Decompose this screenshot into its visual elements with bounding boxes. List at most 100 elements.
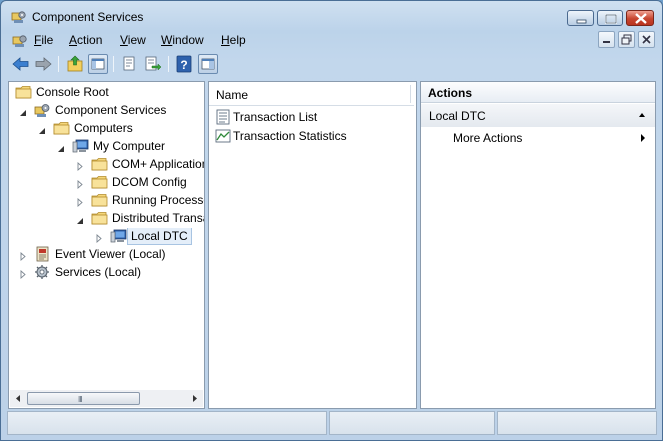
tree-item[interactable]: Distributed Transaction Coordinator	[9, 210, 204, 227]
main-window: Component Services File Action View Wind…	[0, 0, 663, 441]
expanded-triangle-icon[interactable]	[76, 214, 84, 224]
column-header-name[interactable]: Name	[209, 82, 414, 106]
back-button[interactable]	[11, 54, 31, 74]
tree-item[interactable]: Running Processes	[9, 192, 204, 209]
list-icon	[216, 109, 230, 125]
actions-header: Actions	[421, 82, 655, 103]
tree-item-label: Event Viewer (Local)	[55, 247, 166, 261]
svg-text:?: ?	[180, 58, 187, 72]
actions-pane: Actions Local DTC More Actions	[420, 81, 656, 409]
console-tree[interactable]: Console Root Component Services Computers M…	[8, 81, 205, 409]
actions-section-local-dtc[interactable]: Local DTC	[421, 104, 655, 127]
menu-window[interactable]: Window	[161, 33, 204, 47]
menu-file[interactable]: File	[34, 33, 53, 47]
tree-item-label: Local DTC	[127, 228, 192, 245]
collapse-up-icon	[639, 113, 645, 117]
actions-title: Actions	[428, 86, 473, 100]
computer-icon	[72, 138, 89, 154]
tree-item[interactable]: Console Root	[9, 84, 204, 101]
forward-button[interactable]	[33, 54, 53, 74]
collapsed-triangle-icon[interactable]	[76, 160, 84, 171]
system-menu-icon[interactable]	[12, 34, 28, 48]
properties-button[interactable]	[119, 54, 139, 74]
help-button[interactable]: ?	[174, 54, 194, 74]
tree-item[interactable]: DCOM Config	[9, 174, 204, 191]
collapsed-triangle-icon[interactable]	[76, 196, 84, 207]
tree-item-label: COM+ Applications	[112, 157, 204, 171]
show-hide-action-pane-button[interactable]	[198, 54, 218, 74]
title-bar[interactable]: Component Services	[1, 1, 662, 31]
folder-icon	[91, 192, 108, 208]
export-list-icon	[145, 56, 162, 71]
tree-item-label: My Computer	[93, 139, 166, 153]
status-cell	[7, 411, 327, 435]
up-one-level-button[interactable]	[65, 54, 85, 74]
show-hide-console-tree-button[interactable]	[88, 54, 108, 74]
scroll-right-button[interactable]	[187, 390, 203, 407]
minimize-icon	[603, 41, 610, 43]
menu-help[interactable]: Help	[221, 33, 246, 47]
restore-icon	[621, 34, 632, 45]
expanded-triangle-icon[interactable]	[19, 106, 27, 116]
expanded-triangle-icon[interactable]	[38, 124, 46, 134]
column-header-label: Name	[216, 88, 249, 102]
tree-item-label: Console Root	[36, 85, 109, 99]
tree-item[interactable]: COM+ Applications	[9, 156, 204, 173]
tree-item-label: Services (Local)	[55, 265, 142, 279]
expanded-triangle-icon[interactable]	[57, 142, 65, 152]
status-cell	[329, 411, 495, 435]
child-restore-button[interactable]	[618, 31, 635, 48]
child-close-button[interactable]	[638, 31, 655, 48]
tree-item[interactable]: My Computer	[9, 138, 204, 155]
component-services-icon	[11, 11, 26, 23]
action-pane-icon	[201, 58, 215, 70]
collapsed-triangle-icon[interactable]	[95, 232, 103, 243]
restore-button[interactable]	[597, 10, 623, 26]
window-title: Component Services	[32, 10, 144, 24]
collapsed-triangle-icon[interactable]	[19, 250, 27, 261]
close-icon	[635, 13, 647, 24]
component-services-icon	[34, 102, 51, 118]
minimize-icon	[576, 19, 587, 24]
menu-action[interactable]: Action	[69, 33, 102, 47]
scroll-thumb[interactable]: III	[27, 392, 140, 405]
tree-item[interactable]: Component Services	[9, 102, 204, 119]
computer-icon	[110, 228, 127, 244]
tree-item[interactable]: Event Viewer (Local)	[9, 246, 204, 263]
chevron-left-icon	[16, 395, 20, 402]
tree-item-label: Computers	[74, 121, 133, 135]
menu-bar: File Action View Window Help	[7, 31, 657, 51]
folder-icon	[91, 174, 108, 190]
collapsed-triangle-icon[interactable]	[19, 268, 27, 279]
event-viewer-icon	[34, 246, 51, 262]
close-button[interactable]	[626, 10, 654, 26]
column-divider[interactable]	[410, 85, 411, 103]
up-folder-icon	[67, 55, 83, 72]
close-icon	[642, 35, 651, 44]
statistics-icon	[215, 129, 231, 143]
scroll-left-button[interactable]	[10, 390, 26, 407]
more-actions-label: More Actions	[453, 131, 523, 145]
toolbar-separator	[113, 56, 114, 72]
tree-horizontal-scrollbar[interactable]: III	[10, 390, 203, 407]
tree-item-label: DCOM Config	[112, 175, 187, 189]
minimize-button[interactable]	[567, 10, 594, 26]
restore-icon	[605, 14, 617, 24]
actions-section-label: Local DTC	[429, 109, 486, 123]
scroll-grip: III	[78, 395, 83, 404]
results-pane[interactable]: Name Transaction List Transaction Statis…	[208, 81, 417, 409]
collapsed-triangle-icon[interactable]	[76, 178, 84, 189]
tree-item-label: Component Services	[55, 103, 167, 117]
folder-icon	[53, 120, 70, 136]
tree-item[interactable]: Computers	[9, 120, 204, 137]
more-actions-item[interactable]: More Actions	[421, 129, 655, 149]
child-minimize-button[interactable]	[598, 31, 615, 48]
help-icon: ?	[176, 55, 192, 73]
tree-item[interactable]: Services (Local)	[9, 264, 204, 281]
tree-item[interactable]: Local DTC	[9, 228, 204, 245]
menu-view[interactable]: View	[120, 33, 146, 47]
console-tree-icon	[91, 58, 105, 70]
export-list-button[interactable]	[143, 54, 163, 74]
submenu-arrow-icon	[641, 134, 645, 142]
list-item-label: Transaction Statistics	[233, 129, 347, 143]
